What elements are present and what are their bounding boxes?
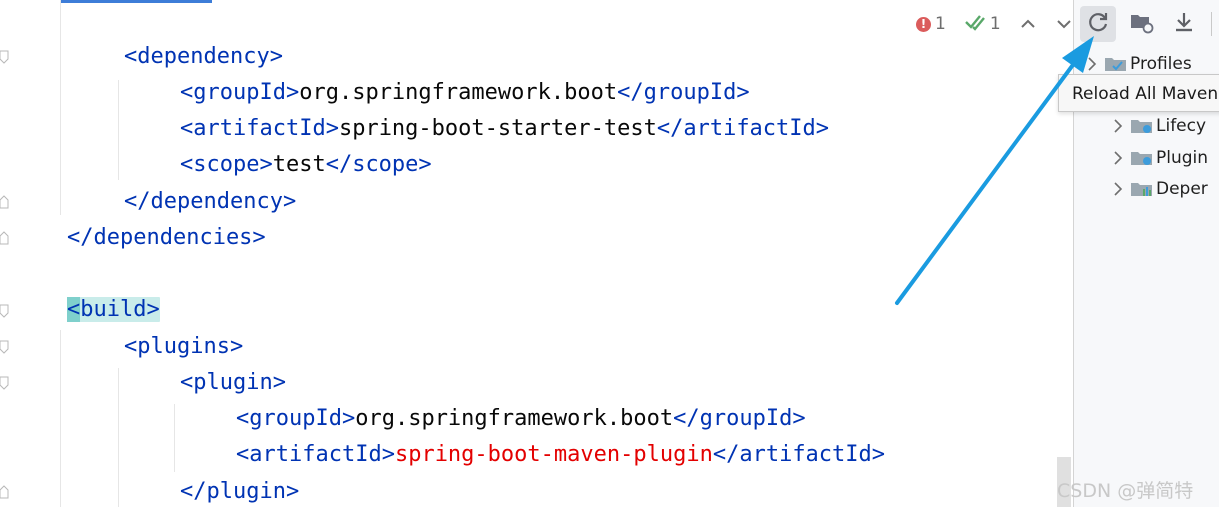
error-icon: ! xyxy=(916,16,931,32)
xml-text: spring-boot-starter-test xyxy=(338,116,657,141)
reload-all-maven-button[interactable] xyxy=(1080,6,1116,42)
code-line[interactable]: <groupId>org.springframework.boot</group… xyxy=(236,404,806,434)
xml-tag: <plugins> xyxy=(124,334,244,359)
fold-marker-icon[interactable] xyxy=(0,376,10,390)
tree-item-label: Profiles xyxy=(1130,54,1192,74)
indent-guide xyxy=(118,368,119,507)
error-count: 1 xyxy=(935,14,946,34)
code-line[interactable]: <artifactId>spring-boot-maven-plugin</ar… xyxy=(236,440,885,470)
fold-marker-icon[interactable] xyxy=(0,304,10,318)
indent-guide xyxy=(118,80,119,180)
tree-item-plugins[interactable]: Plugin xyxy=(1106,144,1208,172)
xml-tag: </groupId> xyxy=(617,80,750,105)
xml-tag: </artifactId> xyxy=(712,442,886,467)
code-line[interactable]: <plugin> xyxy=(180,368,286,398)
fold-marker-icon[interactable] xyxy=(0,195,10,209)
code-line[interactable]: <groupId>org.springframework.boot</group… xyxy=(180,78,750,108)
code-line[interactable]: <scope>test</scope> xyxy=(180,150,432,180)
watermark: CSDN @弹简特 xyxy=(1057,480,1194,502)
xml-tag: <artifactId> xyxy=(180,116,339,141)
xml-tag: <groupId> xyxy=(236,406,356,431)
double-check-icon xyxy=(964,13,986,36)
chevron-up-icon[interactable] xyxy=(1019,15,1037,33)
build-tag-highlight: <build> xyxy=(67,297,160,322)
download-sources-button[interactable] xyxy=(1166,6,1202,42)
generate-sources-button[interactable] xyxy=(1124,6,1160,42)
chevron-right-icon[interactable] xyxy=(1080,57,1104,71)
code-line[interactable]: </dependencies> xyxy=(67,223,266,253)
xml-tag: </artifactId> xyxy=(656,116,830,141)
plugins-folder-icon xyxy=(1130,148,1156,168)
xml-tag: </plugin> xyxy=(180,479,300,504)
xml-tag: <artifactId> xyxy=(236,442,395,467)
tree-item-label: Lifecy xyxy=(1156,116,1207,136)
ok-counter[interactable]: 1 xyxy=(964,13,1001,36)
xml-tag: build xyxy=(80,297,147,322)
dependencies-folder-icon xyxy=(1130,179,1156,199)
code-line[interactable]: <plugins> xyxy=(124,332,243,362)
xml-text: test xyxy=(272,152,326,177)
xml-tag: </groupId> xyxy=(673,406,806,431)
code-line[interactable]: <build> xyxy=(67,295,160,325)
xml-tag: > xyxy=(146,297,160,322)
xml-tag: </dependency> xyxy=(124,189,297,214)
xml-tag: </scope> xyxy=(325,152,432,177)
indent-guide xyxy=(60,0,61,215)
code-line[interactable]: <artifactId>spring-boot-starter-test</ar… xyxy=(180,114,829,144)
xml-tag: <scope> xyxy=(180,152,273,177)
inspection-widget[interactable]: ! 1 1 xyxy=(916,12,1073,36)
tree-item-dependencies[interactable]: Deper xyxy=(1106,175,1208,203)
tree-item-lifecycle[interactable]: Lifecy xyxy=(1106,112,1206,140)
ok-count: 1 xyxy=(989,14,1001,34)
error-counter[interactable]: ! 1 xyxy=(916,14,946,34)
code-editor[interactable]: <dependency> <groupId>org.springframewor… xyxy=(0,0,1073,507)
xml-text: org.springframework.boot xyxy=(299,80,618,105)
chevron-right-icon[interactable] xyxy=(1106,119,1130,133)
fold-marker-icon[interactable] xyxy=(0,340,10,354)
tooltip: Reload All Maven xyxy=(1058,74,1219,112)
code-line[interactable]: </dependency> xyxy=(124,187,296,217)
xml-text: org.springframework.boot xyxy=(355,406,674,431)
toolbar-separator xyxy=(1211,12,1212,36)
xml-tag: </dependencies> xyxy=(67,225,266,250)
indent-guide xyxy=(60,330,61,507)
fold-marker-icon[interactable] xyxy=(0,485,10,499)
chevron-down-icon[interactable] xyxy=(1055,15,1073,33)
profiles-folder-icon xyxy=(1104,54,1130,74)
xml-text-highlight: spring-boot-maven-plugin xyxy=(394,442,713,467)
xml-tag: <plugin> xyxy=(180,370,286,395)
tab-indicator xyxy=(60,0,212,3)
reload-icon xyxy=(1086,10,1110,38)
code-line[interactable]: </plugin> xyxy=(180,477,299,507)
indent-guide xyxy=(174,404,175,472)
chevron-right-icon[interactable] xyxy=(1106,182,1130,196)
code-line[interactable]: <dependency> xyxy=(124,42,283,72)
tree-item-label: Plugin xyxy=(1156,148,1209,168)
folder-reload-icon xyxy=(1129,10,1155,38)
xml-tag: <dependency> xyxy=(124,44,283,69)
xml-tag: < xyxy=(67,297,81,322)
tree-item-label: Deper xyxy=(1156,179,1208,199)
download-icon xyxy=(1172,10,1196,38)
chevron-right-icon[interactable] xyxy=(1106,151,1130,165)
fold-marker-icon[interactable] xyxy=(0,50,10,64)
xml-tag: <groupId> xyxy=(180,80,300,105)
fold-marker-icon[interactable] xyxy=(0,231,10,245)
lifecycle-folder-icon xyxy=(1130,116,1156,136)
